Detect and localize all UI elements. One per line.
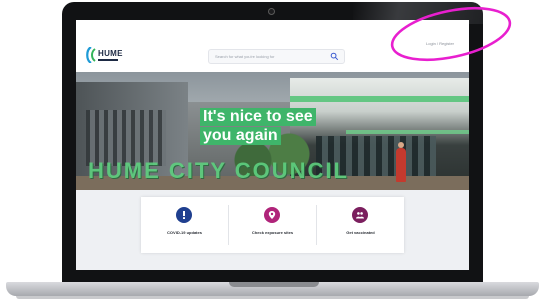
location-pin-icon [264,207,280,223]
hero-council-sign: HUME CITY COUNCIL [88,158,349,183]
logo-text: HUME [98,49,123,58]
hero-building-stripe [290,96,469,102]
hero-headline-line1: It's nice to see [200,108,316,126]
laptop-base-shadow [16,296,529,299]
exclamation-icon [176,207,192,223]
quick-link-exposure-sites[interactable]: Check exposure sites [229,197,316,253]
search-bar[interactable] [208,49,345,64]
hero-person [396,148,406,182]
quick-link-label: Check exposure sites [251,230,294,235]
quick-link-label: Get vaccinated [346,230,375,235]
search-icon[interactable] [330,52,339,61]
hero-banner: HUME CITY COUNCIL It's nice to see you a… [76,72,469,190]
logo-mark-icon [86,47,96,63]
quick-link-label: COVID-19 updates [167,230,202,235]
hero-building-stripe-lower [346,130,469,134]
quick-link-get-vaccinated[interactable]: Get vaccinated [317,197,404,253]
quick-link-covid-updates[interactable]: COVID-19 updates [141,197,228,253]
laptop-base [6,282,539,296]
hume-logo[interactable]: HUME [83,47,123,63]
logo-underline [98,59,118,61]
highlight-circle-annotation [390,6,512,62]
people-icon [352,207,368,223]
laptop-base-notch [229,282,319,287]
quick-links-panel: COVID-19 updates Check exposure sites Ge… [141,197,404,253]
webcam-icon [268,8,275,15]
search-input[interactable] [215,52,323,61]
hero-headline-line2: you again [200,127,281,145]
hero-headline: It's nice to see you again [200,108,340,146]
